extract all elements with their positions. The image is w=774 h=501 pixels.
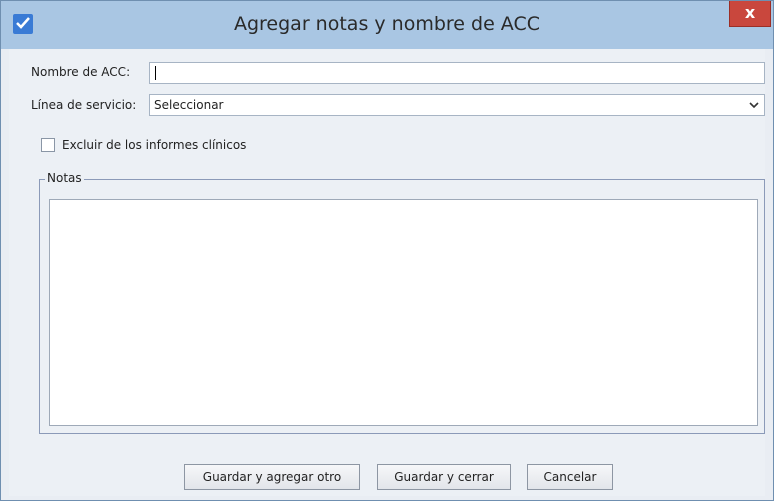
dialog-title: Agregar notas y nombre de ACC [233,13,541,35]
exclude-clinical-reports-checkbox[interactable] [41,138,55,152]
notes-legend: Notas [45,171,84,185]
service-line-selected-value: Seleccionar [154,98,224,112]
save-and-add-another-button[interactable]: Guardar y agregar otro [184,464,360,490]
chevron-down-icon [749,102,759,109]
close-button[interactable]: x [729,1,771,27]
close-icon: x [744,3,756,22]
acc-name-input[interactable] [149,62,765,84]
title-bar: Agregar notas y nombre de ACC x [1,1,773,49]
exclude-clinical-reports-label: Excluir de los informes clínicos [62,138,247,152]
cancel-button[interactable]: Cancelar [527,464,613,490]
dialog-window: Agregar notas y nombre de ACC x Nombre d… [0,0,774,501]
service-line-label: Línea de servicio: [31,98,137,112]
dialog-content: Nombre de ACC: Línea de servicio: Selecc… [9,49,765,496]
service-line-select[interactable]: Seleccionar [149,94,765,116]
acc-name-label: Nombre de ACC: [31,65,131,79]
text-caret [155,66,156,80]
notes-textarea[interactable] [49,199,758,426]
save-and-close-button[interactable]: Guardar y cerrar [377,464,511,490]
